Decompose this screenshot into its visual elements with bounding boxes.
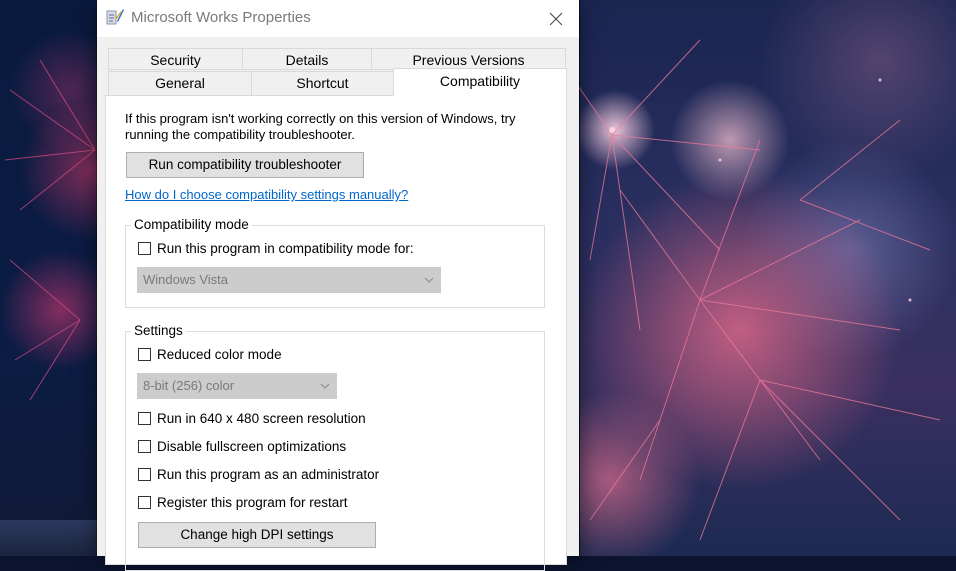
- run-admin-checkbox[interactable]: [138, 468, 151, 481]
- tab-compatibility[interactable]: Compatibility: [393, 68, 567, 96]
- tab-label: Previous Versions: [412, 52, 525, 68]
- res-640-row[interactable]: Run in 640 x 480 screen resolution: [138, 411, 366, 426]
- run-admin-row[interactable]: Run this program as an administrator: [138, 467, 379, 482]
- tab-general[interactable]: General: [108, 71, 252, 96]
- tab-label: Security: [150, 52, 201, 68]
- run-admin-label: Run this program as an administrator: [157, 467, 380, 482]
- tab-security[interactable]: Security: [108, 48, 243, 70]
- reduced-color-row[interactable]: Reduced color mode: [138, 347, 282, 362]
- city-skyline: [0, 520, 100, 556]
- intro-text: If this program isn't working correctly …: [125, 111, 516, 142]
- color-depth-value: 8-bit (256) color: [143, 378, 235, 393]
- tab-label: Compatibility: [439, 73, 521, 89]
- reduced-color-label: Reduced color mode: [157, 347, 282, 362]
- compatibility-mode-label: Compatibility mode: [131, 217, 252, 232]
- compat-mode-checkbox-row[interactable]: Run this program in compatibility mode f…: [138, 241, 414, 256]
- chevron-down-icon: [320, 383, 330, 389]
- change-dpi-button[interactable]: Change high DPI settings: [138, 522, 376, 548]
- res-640-checkbox[interactable]: [138, 412, 151, 425]
- run-troubleshooter-button[interactable]: Run compatibility troubleshooter: [126, 152, 364, 178]
- register-restart-checkbox[interactable]: [138, 496, 151, 509]
- os-version-select: Windows Vista: [137, 267, 441, 293]
- manual-settings-link[interactable]: How do I choose compatibility settings m…: [125, 187, 408, 202]
- properties-dialog: Microsoft Works Properties Security Deta…: [97, 0, 579, 571]
- color-depth-select: 8-bit (256) color: [137, 373, 337, 399]
- res-640-label: Run in 640 x 480 screen resolution: [157, 411, 366, 426]
- compat-mode-checkbox-label: Run this program in compatibility mode f…: [157, 241, 414, 256]
- register-restart-label: Register this program for restart: [157, 495, 348, 510]
- fullscreen-opt-row[interactable]: Disable fullscreen optimizations: [138, 439, 346, 454]
- register-restart-row[interactable]: Register this program for restart: [138, 495, 348, 510]
- works-app-icon: [106, 9, 124, 25]
- settings-group-label: Settings: [131, 323, 186, 338]
- close-button[interactable]: [533, 0, 579, 37]
- reduced-color-checkbox[interactable]: [138, 348, 151, 361]
- tab-label: General: [155, 75, 205, 91]
- title-bar[interactable]: Microsoft Works Properties: [97, 0, 579, 37]
- os-version-value: Windows Vista: [143, 272, 229, 287]
- chevron-down-icon: [424, 277, 434, 283]
- window-title: Microsoft Works Properties: [131, 9, 311, 26]
- fullscreen-opt-label: Disable fullscreen optimizations: [157, 439, 347, 454]
- tab-previous-versions[interactable]: Previous Versions: [371, 48, 566, 70]
- fullscreen-opt-checkbox[interactable]: [138, 440, 151, 453]
- close-icon: [549, 12, 563, 25]
- tab-details[interactable]: Details: [242, 48, 372, 70]
- tab-label: Details: [285, 52, 329, 68]
- compat-mode-checkbox[interactable]: [138, 242, 151, 255]
- tab-label: Shortcut: [296, 75, 349, 91]
- tab-shortcut[interactable]: Shortcut: [251, 71, 394, 96]
